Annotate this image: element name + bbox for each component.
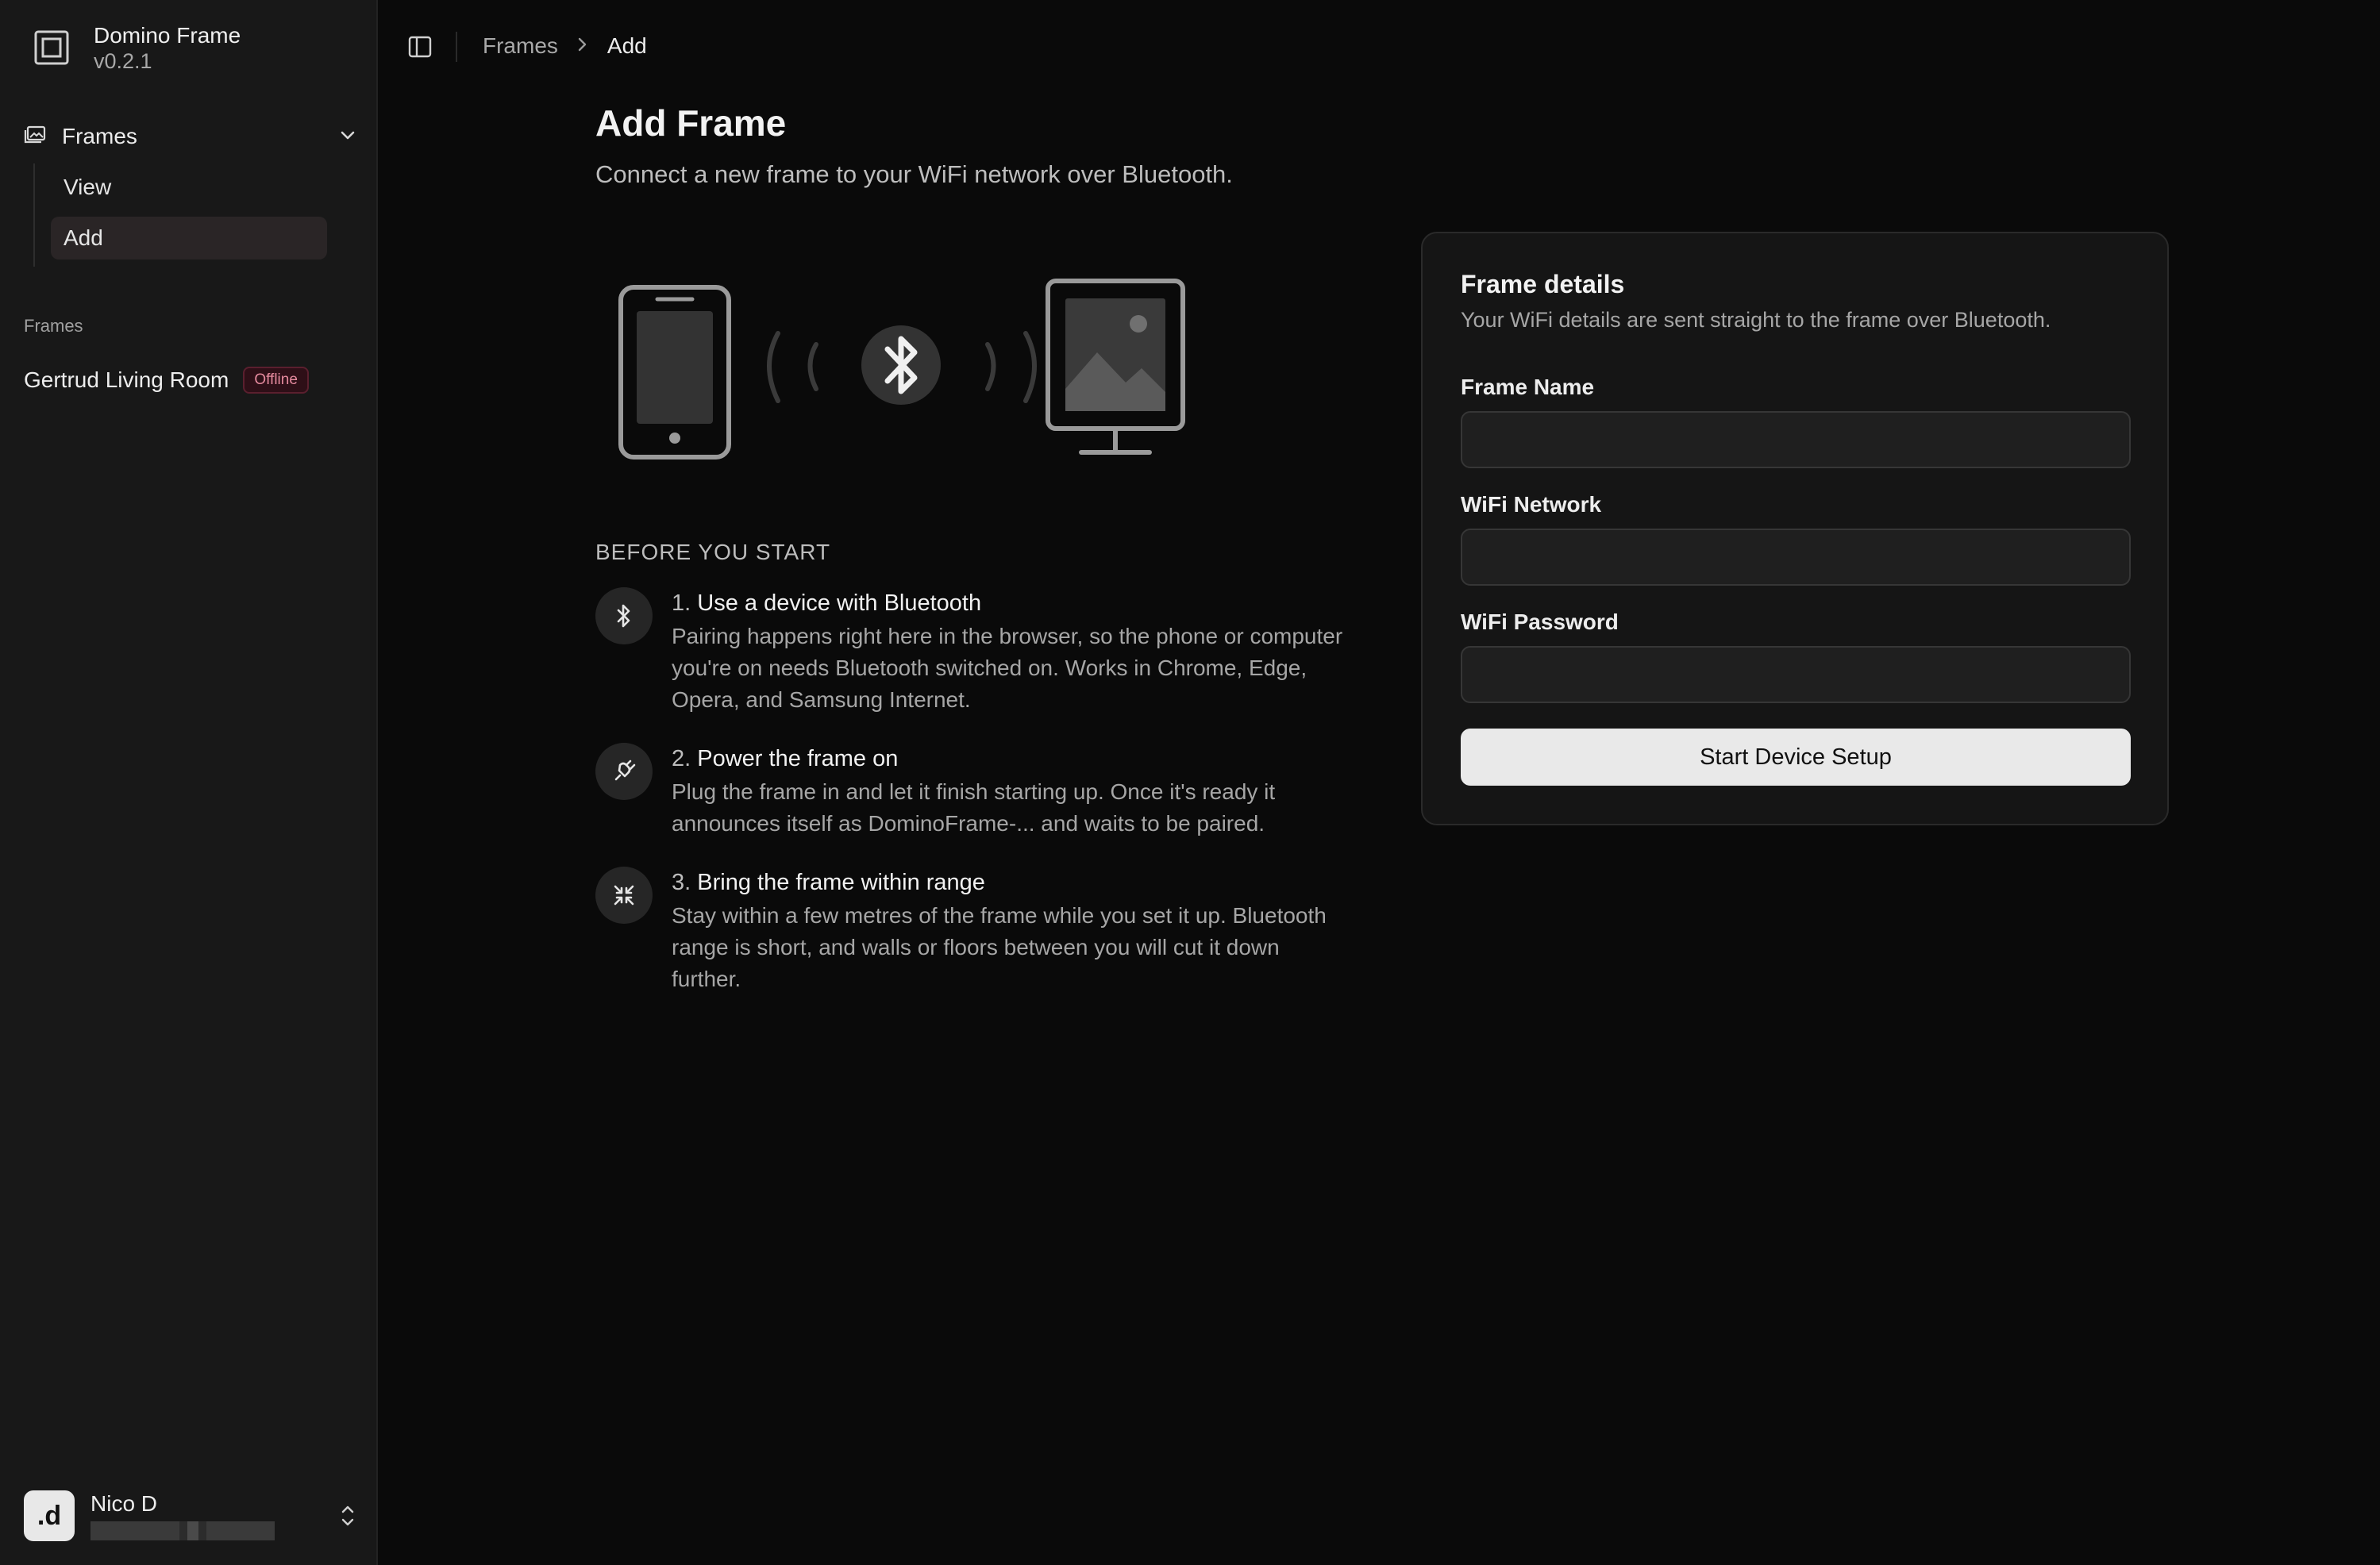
plug-icon [595, 743, 653, 800]
sidebar-toggle-icon[interactable] [408, 35, 432, 59]
sidebar: Domino Frame v0.2.1 Frames View Add Fram… [0, 0, 378, 1565]
step-number: 3. [672, 870, 691, 895]
frame-logo-icon [32, 28, 71, 67]
wifi-password-label: WiFi Password [1461, 609, 1619, 634]
chevron-down-icon[interactable] [338, 125, 357, 148]
sidebar-item-view[interactable]: View [51, 166, 327, 209]
step-title: Use a device with Bluetooth [697, 590, 982, 616]
frame-details-card: Frame details Your WiFi details are sent… [1421, 232, 2169, 825]
brand[interactable]: Domino Frame v0.2.1 [32, 22, 241, 73]
step-title: Power the frame on [697, 746, 899, 771]
frame-list-item[interactable]: Gertrud Living Room Offline [24, 367, 309, 394]
user-menu[interactable]: .d Nico D [24, 1490, 357, 1541]
avatar: .d [24, 1490, 75, 1541]
wifi-network-input[interactable] [1461, 529, 2131, 586]
frames-section-label: Frames [24, 316, 83, 336]
nav-group-frames[interactable]: Frames [24, 119, 357, 154]
wifi-password-input[interactable] [1461, 646, 2131, 703]
phone-icon [618, 285, 731, 460]
nav-group-label: Frames [62, 124, 137, 148]
wifi-network-label: WiFi Network [1461, 492, 1602, 517]
chevron-right-icon [577, 33, 588, 59]
step-number: 2. [672, 746, 691, 771]
shrink-icon [595, 867, 653, 924]
bluetooth-badge-icon [861, 325, 941, 405]
breadcrumb: Frames Add [483, 33, 647, 59]
redacted-email [91, 1521, 275, 1540]
status-badge: Offline [243, 367, 309, 394]
step-description: Pairing happens right here in the browse… [672, 624, 1343, 712]
app-name: Domino Frame [94, 23, 241, 48]
page-title: Add Frame [595, 102, 787, 144]
picture-frame-icon [1046, 279, 1185, 455]
user-name: Nico D [91, 1491, 158, 1516]
chevron-updown-icon[interactable] [338, 1502, 357, 1534]
card-title: Frame details [1461, 270, 1625, 298]
frame-name-label: Frame Name [1461, 375, 1595, 399]
bluetooth-icon [595, 587, 653, 644]
app-version: v0.2.1 [94, 49, 152, 73]
breadcrumb-current: Add [607, 33, 647, 58]
topbar: Frames Add [378, 0, 2380, 95]
step-description: Plug the frame in and let it finish star… [672, 779, 1276, 836]
step-number: 1. [672, 590, 691, 616]
gallery-icon [24, 125, 46, 148]
breadcrumb-frames[interactable]: Frames [483, 33, 558, 59]
subnav-line [33, 163, 35, 267]
sidebar-item-add[interactable]: Add [51, 217, 327, 260]
divider [456, 32, 457, 62]
step-title: Bring the frame within range [697, 870, 985, 895]
frame-name: Gertrud Living Room [24, 367, 229, 392]
card-subtitle: Your WiFi details are sent straight to t… [1461, 308, 2051, 332]
pairing-illustration [618, 279, 1185, 460]
before-you-start-label: BEFORE YOU START [595, 540, 831, 564]
start-device-setup-button[interactable]: Start Device Setup [1461, 729, 2131, 786]
frame-name-input[interactable] [1461, 411, 2131, 468]
page-subtitle: Connect a new frame to your WiFi network… [595, 160, 1233, 188]
step-description: Stay within a few metres of the frame wh… [672, 903, 1327, 991]
